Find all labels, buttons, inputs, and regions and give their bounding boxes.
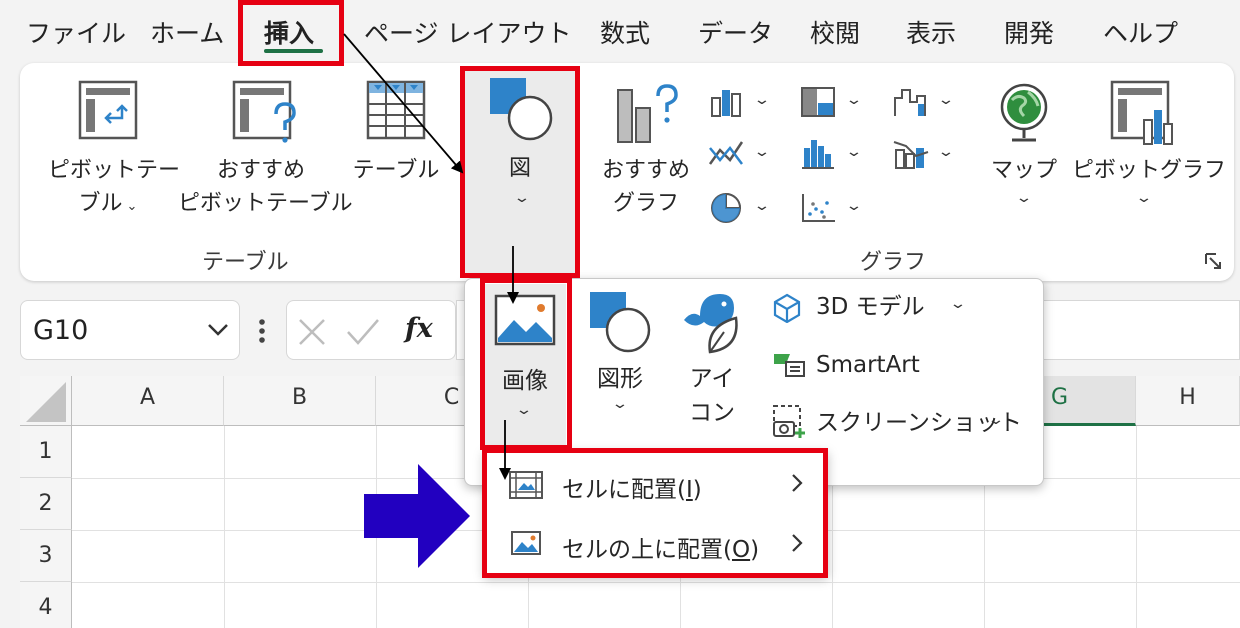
pointer-arrow-icon: [364, 464, 470, 568]
annotation-arrows: [343, 33, 519, 568]
arrow-to-illustrations: [343, 33, 464, 174]
